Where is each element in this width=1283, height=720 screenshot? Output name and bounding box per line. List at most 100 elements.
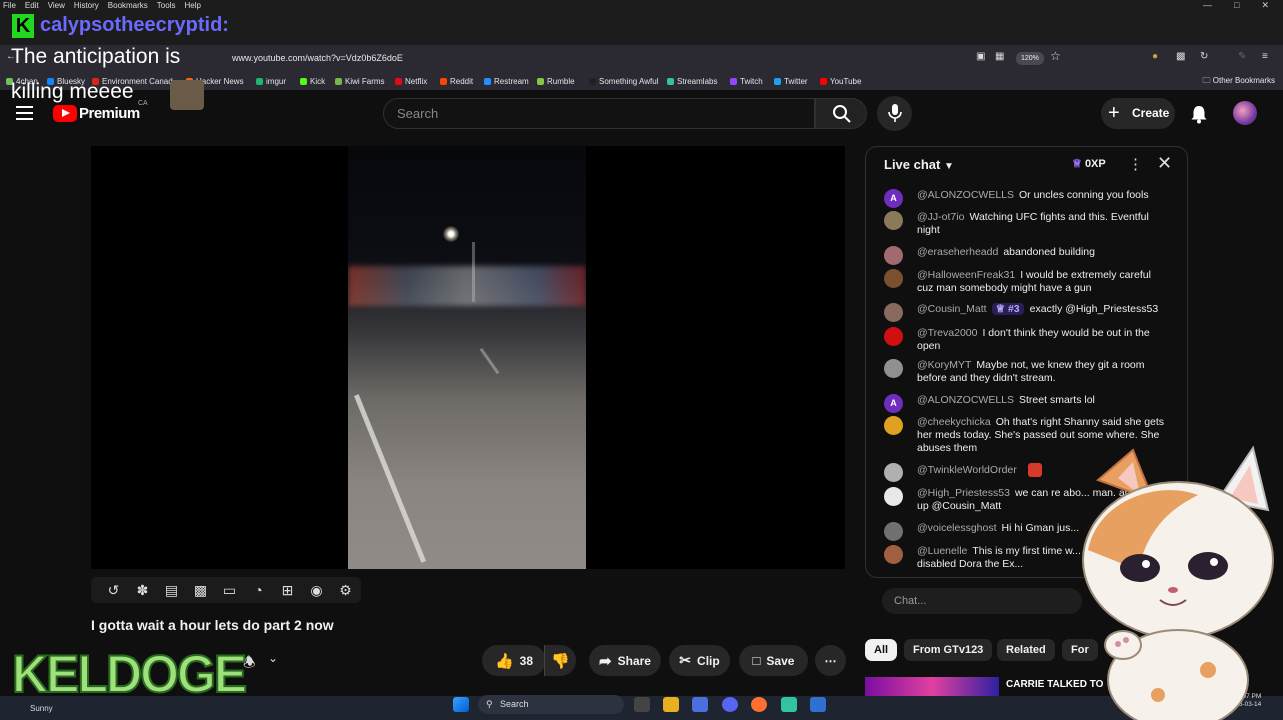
menu-file[interactable]: File xyxy=(3,0,16,11)
chip-all[interactable]: All xyxy=(865,639,898,661)
chat-avatar[interactable] xyxy=(884,303,903,322)
like-button[interactable]: 👍 38 xyxy=(482,645,546,676)
sync-icon[interactable]: ↻ xyxy=(1200,51,1208,62)
chat-avatar[interactable] xyxy=(884,522,903,541)
bookmark-item[interactable]: Kick xyxy=(300,72,325,90)
chip-from-channel[interactable]: From GTv123 xyxy=(904,639,993,661)
speed-icon[interactable]: ◔ xyxy=(244,582,273,598)
chat-username[interactable]: @Luenelle xyxy=(917,545,967,557)
chat-username[interactable]: @Treva2000 xyxy=(917,327,977,339)
chip-related[interactable]: Related xyxy=(997,639,1055,661)
start-icon[interactable] xyxy=(453,697,469,712)
theater-mode-icon[interactable]: ▭ xyxy=(215,582,244,599)
clip-button[interactable]: ✂ Clip xyxy=(669,645,730,676)
bookmark-item[interactable]: Kiwi Farms xyxy=(335,72,385,90)
save-button[interactable]: □ Save xyxy=(739,645,808,676)
chat-avatar[interactable] xyxy=(884,463,903,482)
dislike-button[interactable]: 👎 xyxy=(544,645,576,676)
app-menu-icon[interactable]: ≡ xyxy=(1262,51,1268,62)
share-button[interactable]: ➦ Share xyxy=(589,645,661,676)
screenshot-icon[interactable]: ▦ xyxy=(995,51,1004,62)
chat-avatar[interactable]: A xyxy=(884,394,903,413)
chat-username[interactable]: @cheekychicka xyxy=(917,416,991,428)
bookmark-item[interactable]: Streamlabs xyxy=(667,72,717,90)
chat-username[interactable]: @ALONZOCWELLS xyxy=(917,189,1014,201)
chat-username[interactable]: @voicelessghost xyxy=(917,522,997,534)
menu-edit[interactable]: Edit xyxy=(25,0,39,11)
bookmark-star-icon[interactable]: ☆ xyxy=(1050,49,1061,63)
live-chat-header[interactable]: Live chat ▼ xyxy=(884,157,954,172)
loop-icon[interactable]: ↺ xyxy=(99,582,128,599)
menu-view[interactable]: View xyxy=(48,0,65,11)
xp-badge[interactable]: ♕ 0XP xyxy=(1072,157,1106,170)
bookmark-item[interactable]: Rumble xyxy=(537,72,575,90)
menu-tools[interactable]: Tools xyxy=(157,0,176,11)
menu-help[interactable]: Help xyxy=(184,0,200,11)
live-signal-icon[interactable]: ✽ xyxy=(128,582,157,599)
chat-username[interactable]: @High_Priestess53 xyxy=(917,487,1010,499)
zoom-level[interactable]: 120% xyxy=(1016,52,1044,65)
extension-icon[interactable]: ● xyxy=(1152,51,1158,62)
settings-gear-icon[interactable]: ⚙ xyxy=(331,582,360,599)
bookmark-item[interactable]: Twitter xyxy=(774,72,808,90)
bookmark-item[interactable]: Reddit xyxy=(440,72,473,90)
bookmark-item[interactable]: Restream xyxy=(484,72,529,90)
copilot-icon[interactable] xyxy=(692,697,708,712)
discord-icon[interactable] xyxy=(722,697,738,712)
chat-avatar[interactable] xyxy=(884,246,903,265)
chat-username[interactable]: @TwinkleWorldOrder xyxy=(917,464,1017,476)
bookmark-item[interactable]: YouTube xyxy=(820,72,861,90)
chat-username[interactable]: @Cousin_Matt xyxy=(917,303,987,315)
chat-username[interactable]: @JJ-ot7io xyxy=(917,211,964,223)
search-input[interactable]: Search xyxy=(383,98,815,129)
notifications-bell-icon[interactable] xyxy=(1188,103,1210,125)
chat-avatar[interactable] xyxy=(884,359,903,378)
extensions-puzzle-icon[interactable]: ▩ xyxy=(1176,51,1185,62)
menu-history[interactable]: History xyxy=(74,0,99,11)
chat-avatar[interactable] xyxy=(884,211,903,230)
file-explorer-icon[interactable] xyxy=(663,697,679,712)
chat-avatar[interactable] xyxy=(884,416,903,435)
chat-avatar[interactable] xyxy=(884,545,903,564)
close-chat-icon[interactable]: ✕ xyxy=(1157,153,1172,174)
recommended-thumbnail[interactable] xyxy=(865,677,999,697)
add-icon[interactable]: ⊞ xyxy=(273,582,302,599)
chat-username[interactable]: @eraseherheadd xyxy=(917,246,998,258)
app-icon[interactable] xyxy=(810,697,826,712)
minimize-icon[interactable]: — xyxy=(1203,0,1212,11)
task-view-icon[interactable] xyxy=(634,697,650,712)
search-button[interactable] xyxy=(815,98,867,129)
chat-username[interactable]: @HalloweenFreak31 xyxy=(917,269,1015,281)
chat-input[interactable]: Chat... xyxy=(882,588,1082,614)
chat-options-icon[interactable]: ⋮ xyxy=(1128,155,1143,173)
bookmark-item[interactable]: imgur xyxy=(256,72,286,90)
youtube-logo-icon[interactable] xyxy=(53,105,77,122)
maximize-icon[interactable]: □ xyxy=(1234,0,1239,11)
menu-icon[interactable] xyxy=(16,106,33,120)
chat-avatar[interactable] xyxy=(884,269,903,288)
streamlabs-icon[interactable] xyxy=(781,697,797,712)
account-avatar[interactable] xyxy=(1233,101,1257,125)
playlist-icon[interactable]: ▤ xyxy=(157,582,186,599)
chat-username[interactable]: @KoryMYT xyxy=(917,359,971,371)
bookmark-item[interactable]: Netflix xyxy=(395,72,427,90)
url-field[interactable]: www.youtube.com/watch?v=Vdz0b6Z6doE xyxy=(190,50,1070,67)
menu-bookmarks[interactable]: Bookmarks xyxy=(108,0,148,11)
chat-avatar[interactable] xyxy=(884,487,903,506)
chevron-down-icon[interactable]: ⌄ xyxy=(268,651,278,665)
clapper-icon[interactable]: ▩ xyxy=(186,582,215,599)
chat-avatar[interactable] xyxy=(884,327,903,346)
voice-search-button[interactable] xyxy=(877,96,912,131)
more-actions-button[interactable]: ⋯ xyxy=(815,645,846,676)
other-bookmarks[interactable]: 🗀 Other Bookmarks xyxy=(1203,72,1275,90)
premium-wordmark[interactable]: Premium xyxy=(79,105,140,122)
bookmark-item[interactable]: Something Awful xyxy=(589,72,658,90)
bookmark-item[interactable]: Twitch xyxy=(730,72,763,90)
reader-view-icon[interactable]: ▣ xyxy=(976,51,985,62)
close-window-icon[interactable]: ✕ xyxy=(1261,0,1269,11)
chat-username[interactable]: @ALONZOCWELLS xyxy=(917,394,1014,406)
camera-icon[interactable]: ◉ xyxy=(302,582,331,599)
taskbar-search[interactable]: ⚲ Search xyxy=(478,695,624,714)
chat-avatar[interactable]: A xyxy=(884,189,903,208)
firefox-icon[interactable] xyxy=(751,697,767,712)
